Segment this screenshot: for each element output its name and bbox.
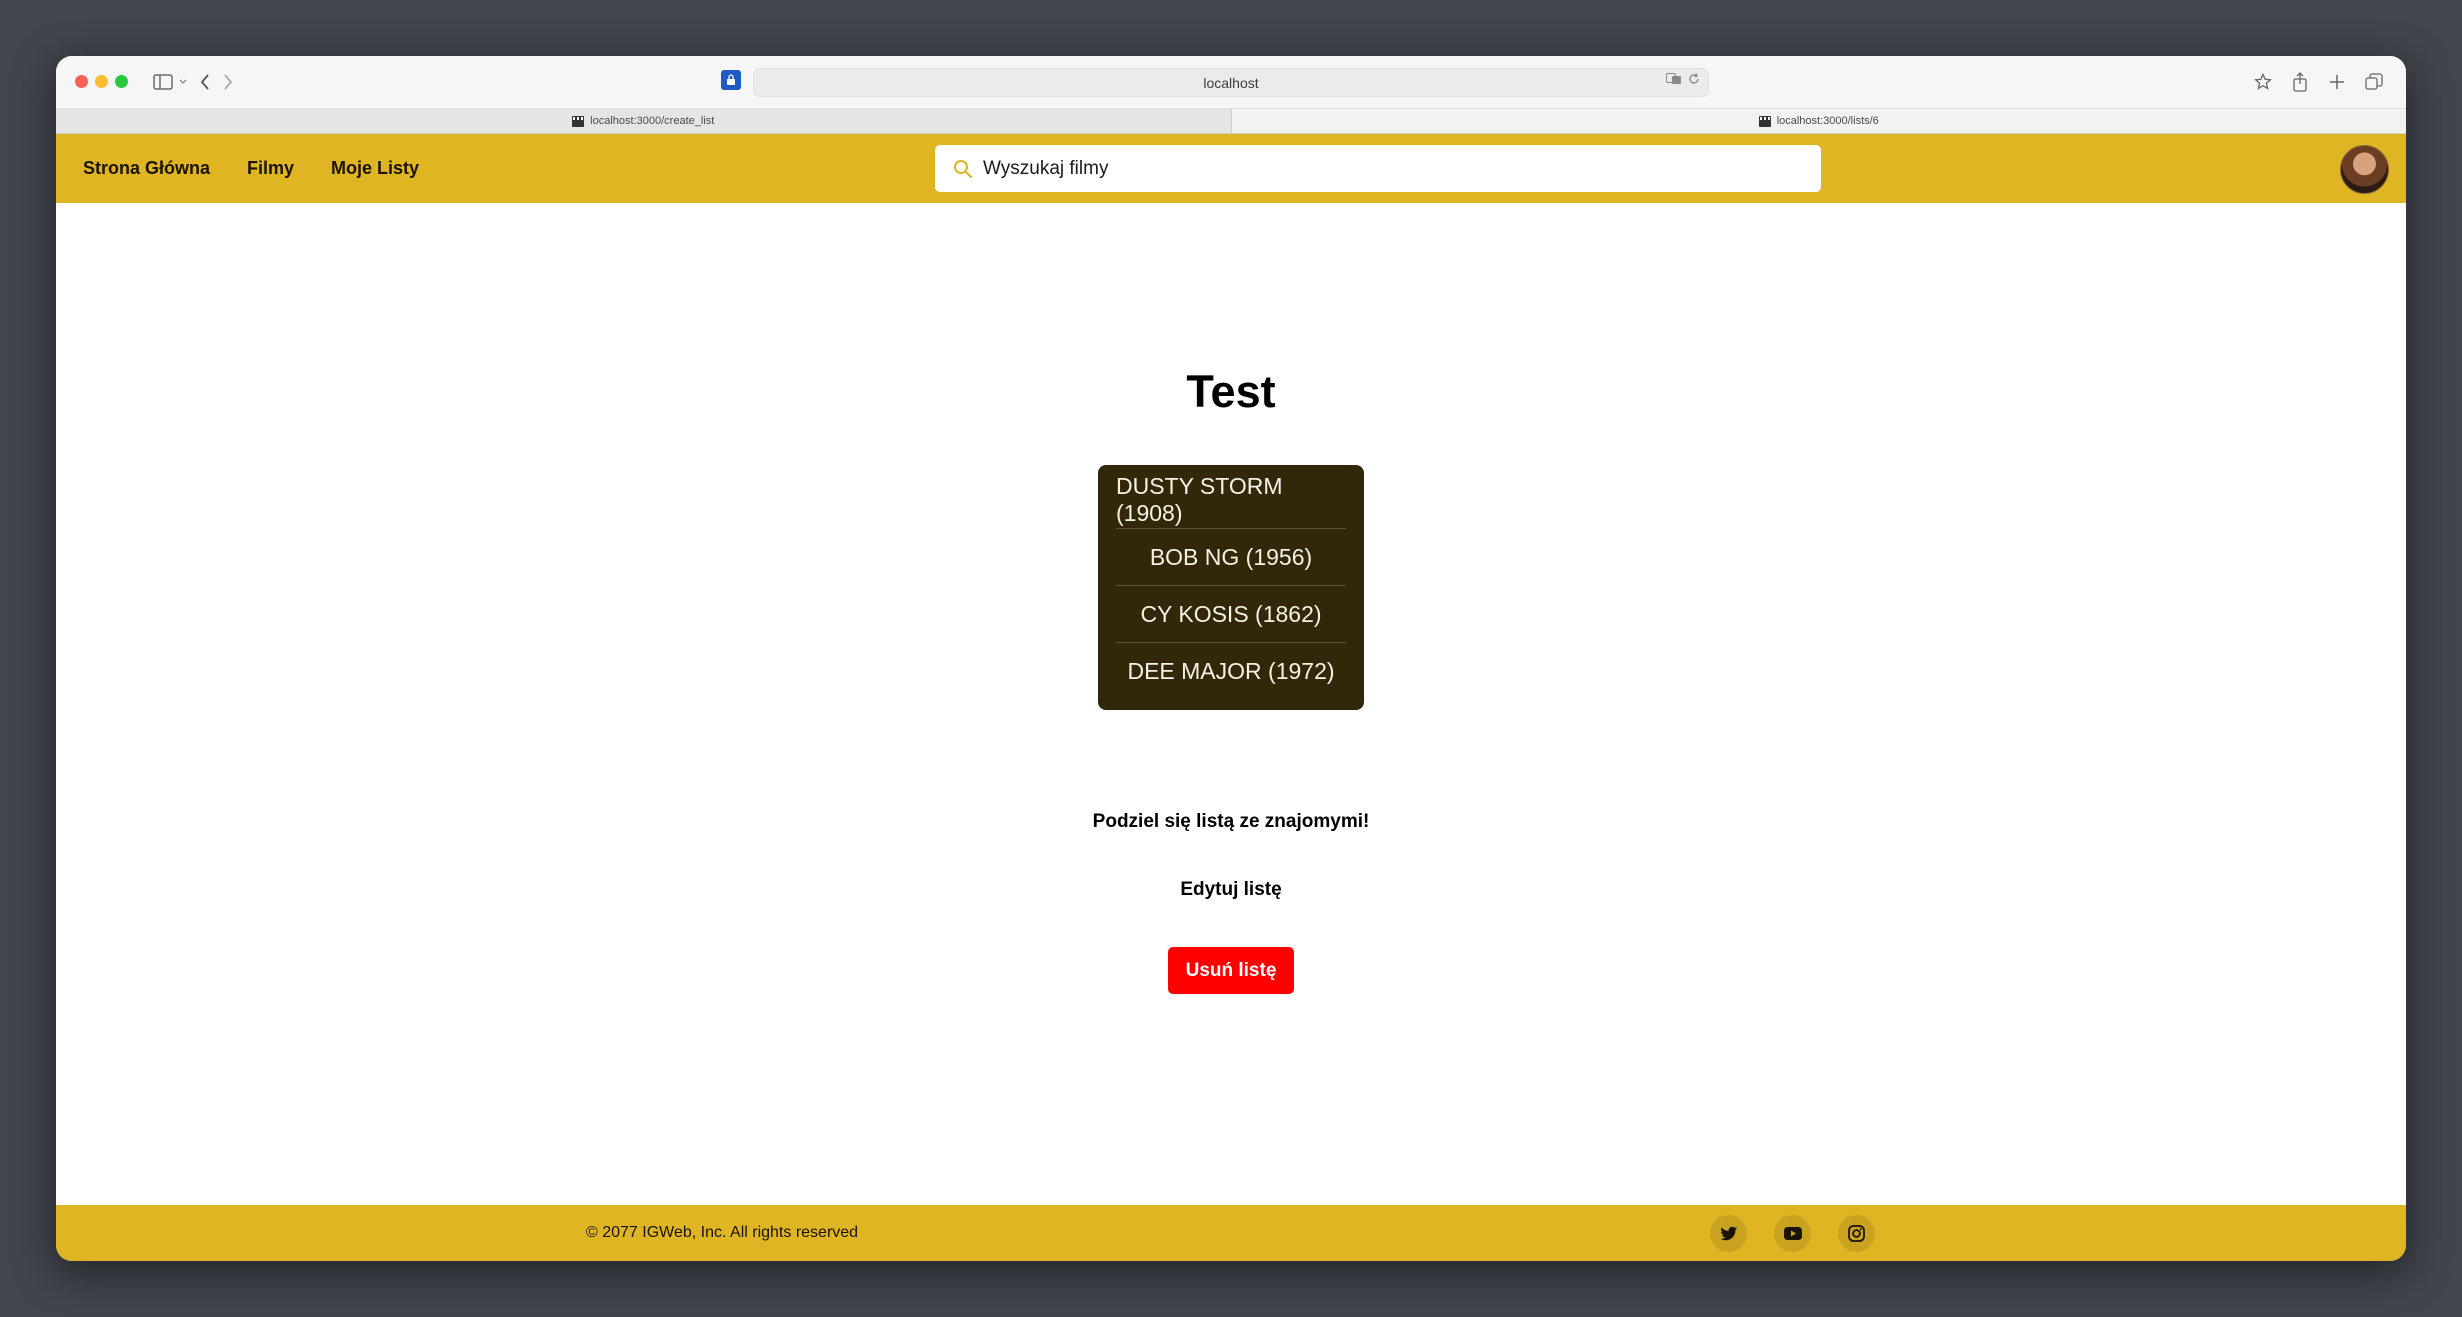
- main-content: Test DUSTY STORM (1908) BOB NG (1956) CY…: [56, 203, 2406, 1205]
- nav-home-link[interactable]: Strona Główna: [83, 158, 210, 179]
- clapperboard-icon: [572, 115, 585, 127]
- edit-list-link[interactable]: Edytuj listę: [56, 879, 2406, 901]
- search-icon: [953, 159, 973, 179]
- social-links: [1710, 1215, 1875, 1252]
- forward-icon[interactable]: [219, 68, 237, 96]
- browser-toolbar: localhost: [56, 56, 2406, 109]
- zoom-window-button[interactable]: [115, 75, 128, 88]
- new-tab-icon[interactable]: [2326, 68, 2348, 96]
- tab-create-list[interactable]: localhost:3000/create_list: [56, 109, 1232, 133]
- nav-movies-link[interactable]: Filmy: [247, 158, 294, 179]
- main-nav: Strona Główna Filmy Moje Listy: [83, 134, 419, 203]
- movie-list: DUSTY STORM (1908) BOB NG (1956) CY KOSI…: [1098, 465, 1364, 710]
- share-list-link[interactable]: Podziel się listą ze znajomymi!: [56, 811, 2406, 833]
- reload-icon[interactable]: [1688, 73, 1700, 88]
- bookmark-star-icon[interactable]: [2252, 68, 2274, 96]
- chevron-down-icon[interactable]: [177, 68, 189, 96]
- youtube-icon[interactable]: [1774, 1215, 1811, 1252]
- share-icon[interactable]: [2289, 68, 2311, 96]
- list-item[interactable]: BOB NG (1956): [1116, 529, 1346, 586]
- list-item[interactable]: CY KOSIS (1862): [1116, 586, 1346, 643]
- password-manager-icon[interactable]: [721, 70, 741, 90]
- tab-label: localhost:3000/create_list: [590, 115, 715, 127]
- close-window-button[interactable]: [75, 75, 88, 88]
- nav-my-lists-link[interactable]: Moje Listy: [331, 158, 419, 179]
- address-bar[interactable]: localhost: [753, 68, 1709, 97]
- minimize-window-button[interactable]: [95, 75, 108, 88]
- back-icon[interactable]: [196, 68, 214, 96]
- delete-list-button[interactable]: Usuń listę: [1168, 947, 1294, 994]
- site-footer: © 2077 IGWeb, Inc. All rights reserved: [56, 1205, 2406, 1261]
- copyright-text: © 2077 IGWeb, Inc. All rights reserved: [586, 1224, 859, 1241]
- address-text: localhost: [1203, 74, 1259, 91]
- tab-list-6[interactable]: localhost:3000/lists/6: [1231, 109, 2406, 133]
- translate-icon[interactable]: [1666, 73, 1682, 88]
- avatar[interactable]: [2340, 145, 2389, 194]
- sidebar-toggle-icon[interactable]: [152, 68, 174, 96]
- list-item[interactable]: DUSTY STORM (1908): [1116, 472, 1346, 529]
- twitter-icon[interactable]: [1710, 1215, 1747, 1252]
- browser-window: localhost localhost:3000/create_list loc…: [56, 56, 2406, 1261]
- list-item[interactable]: DEE MAJOR (1972): [1116, 643, 1346, 700]
- search-box[interactable]: [935, 145, 1821, 192]
- tab-label: localhost:3000/lists/6: [1776, 115, 1879, 127]
- site-header: Strona Główna Filmy Moje Listy: [56, 134, 2406, 203]
- page-title: Test: [1186, 366, 1276, 417]
- instagram-icon[interactable]: [1838, 1215, 1875, 1252]
- tab-overview-icon[interactable]: [2363, 68, 2385, 96]
- tab-bar: localhost:3000/create_list localhost:300…: [56, 109, 2406, 134]
- search-input[interactable]: [981, 156, 1821, 181]
- clapperboard-icon: [1758, 115, 1771, 127]
